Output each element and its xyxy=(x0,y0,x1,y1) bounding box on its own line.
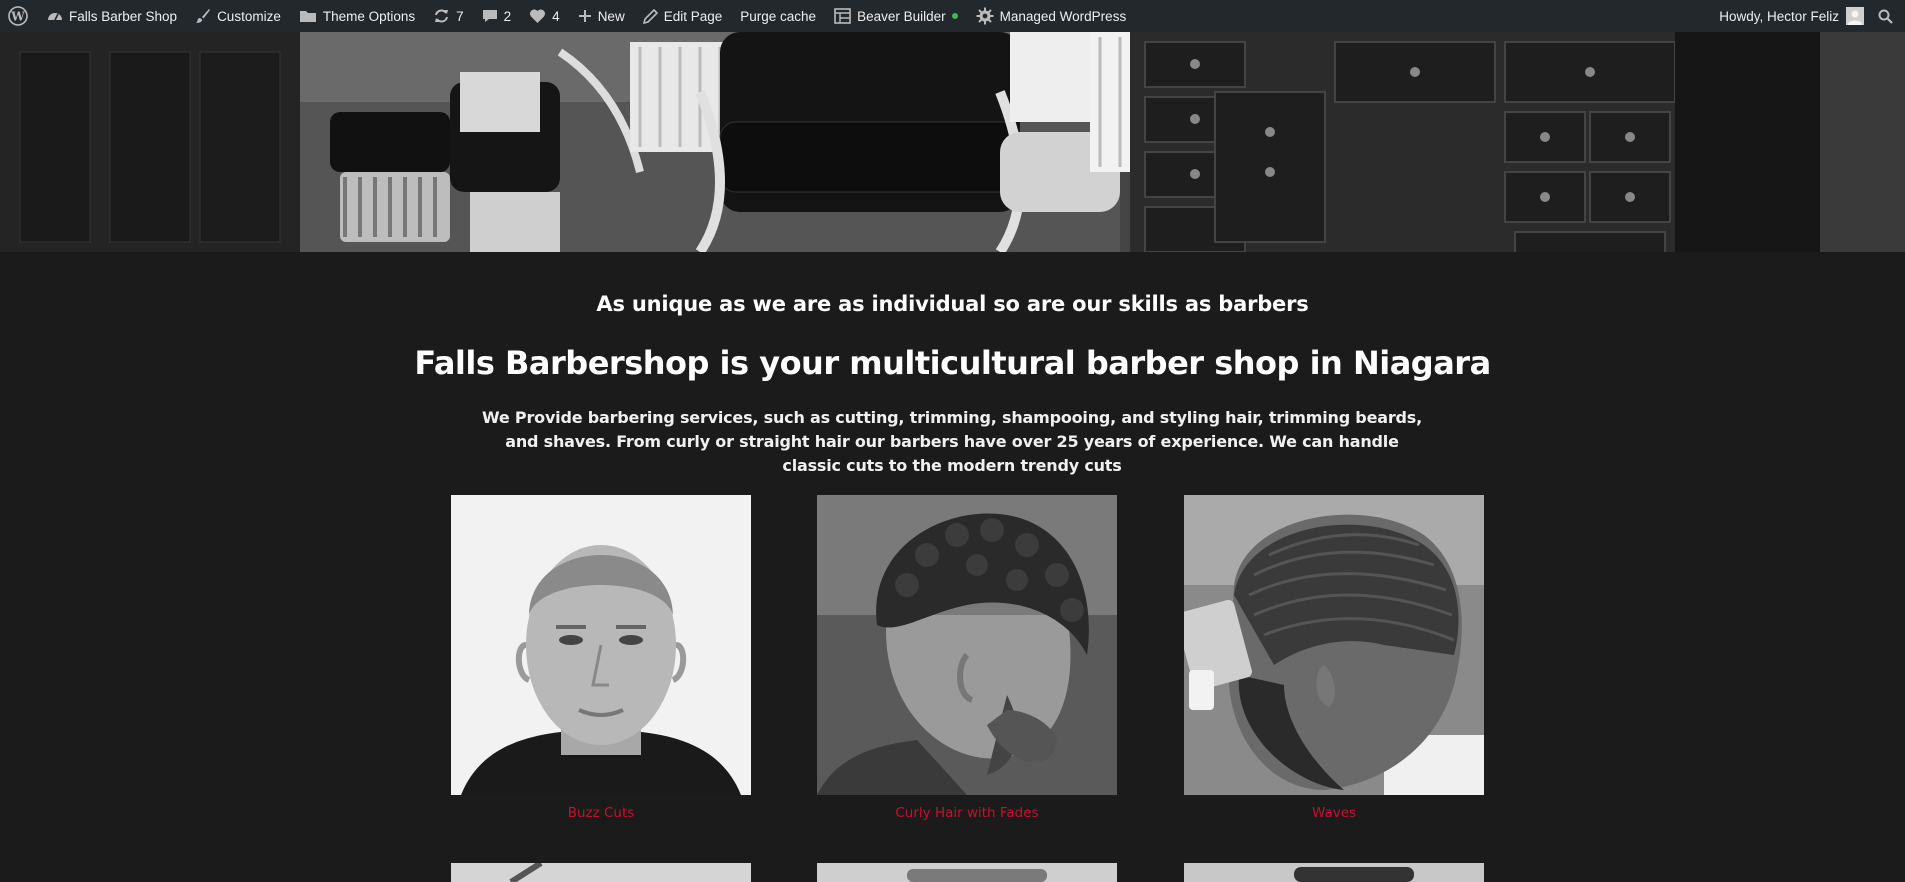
waves-photo[interactable] xyxy=(1184,495,1484,795)
edit-page-label: Edit Page xyxy=(663,8,723,24)
waves-link[interactable]: Waves xyxy=(1184,805,1484,821)
site-name-label: Falls Barber Shop xyxy=(69,8,178,24)
site-name-menu[interactable]: Falls Barber Shop xyxy=(38,0,186,32)
likes-link[interactable]: 4 xyxy=(520,0,569,32)
pencil-icon xyxy=(642,8,658,24)
buzz-cut-photo[interactable] xyxy=(451,495,751,795)
gallery-item-row2-3-photo[interactable] xyxy=(1184,863,1484,882)
gear-icon xyxy=(976,7,994,25)
beaver-builder-label: Beaver Builder xyxy=(857,8,946,24)
howdy-label: Howdy, Hector Feliz xyxy=(1719,8,1839,24)
likes-count: 4 xyxy=(552,8,560,24)
wordpress-logo-icon[interactable]: W xyxy=(0,0,38,32)
beaver-builder-link[interactable]: Beaver Builder xyxy=(825,0,967,32)
comments-count: 2 xyxy=(503,8,512,24)
status-dot xyxy=(951,13,958,19)
avatar xyxy=(1846,7,1864,25)
heart-icon xyxy=(529,8,546,24)
comment-icon xyxy=(482,8,498,24)
purge-cache-link[interactable]: Purge cache xyxy=(731,0,825,32)
gallery-item-row2-1-photo[interactable] xyxy=(451,863,751,882)
plus-icon xyxy=(578,9,592,23)
gallery-item-curly-fades: Curly Hair with Fades xyxy=(817,495,1117,821)
paintbrush-icon xyxy=(195,8,211,24)
description-paragraph: We Provide barbering services, such as c… xyxy=(482,408,1422,475)
gallery-item-buzz-cuts: Buzz Cuts xyxy=(451,495,751,821)
purge-cache-label: Purge cache xyxy=(740,8,817,24)
dashboard-icon xyxy=(47,8,63,24)
buzz-cuts-link[interactable]: Buzz Cuts xyxy=(451,805,751,821)
admin-bar: W Falls Barber Shop Customize Theme Opti… xyxy=(0,0,1905,32)
hero-image xyxy=(0,32,1905,252)
curly-fade-photo[interactable] xyxy=(817,495,1117,795)
svg-text:W: W xyxy=(10,10,25,24)
customize-link[interactable]: Customize xyxy=(186,0,290,32)
curly-hair-with-fades-link[interactable]: Curly Hair with Fades xyxy=(817,805,1117,821)
theme-options-link[interactable]: Theme Options xyxy=(290,0,424,32)
new-content-menu[interactable]: New xyxy=(569,0,634,32)
edit-page-link[interactable]: Edit Page xyxy=(634,0,732,32)
updates-icon xyxy=(433,8,450,24)
layout-table-icon xyxy=(834,8,851,24)
page-headline: Falls Barbershop is your multicultural b… xyxy=(414,344,1491,382)
theme-options-label: Theme Options xyxy=(322,8,416,24)
folder-icon xyxy=(299,8,317,24)
comments-link[interactable]: 2 xyxy=(473,0,521,32)
search-icon[interactable] xyxy=(1872,0,1905,32)
tagline: As unique as we are as individual so are… xyxy=(596,292,1309,316)
managed-wordpress-label: Managed WordPress xyxy=(999,8,1127,24)
updates-count: 7 xyxy=(456,8,464,24)
customize-label: Customize xyxy=(217,8,281,24)
managed-wordpress-link[interactable]: Managed WordPress xyxy=(967,0,1136,32)
new-label: New xyxy=(597,8,625,24)
my-account-menu[interactable]: Howdy, Hector Feliz xyxy=(1710,0,1872,32)
gallery-item-row2-2-photo[interactable] xyxy=(817,863,1117,882)
gallery-item-waves: Waves xyxy=(1184,495,1484,821)
updates-link[interactable]: 7 xyxy=(424,0,473,32)
